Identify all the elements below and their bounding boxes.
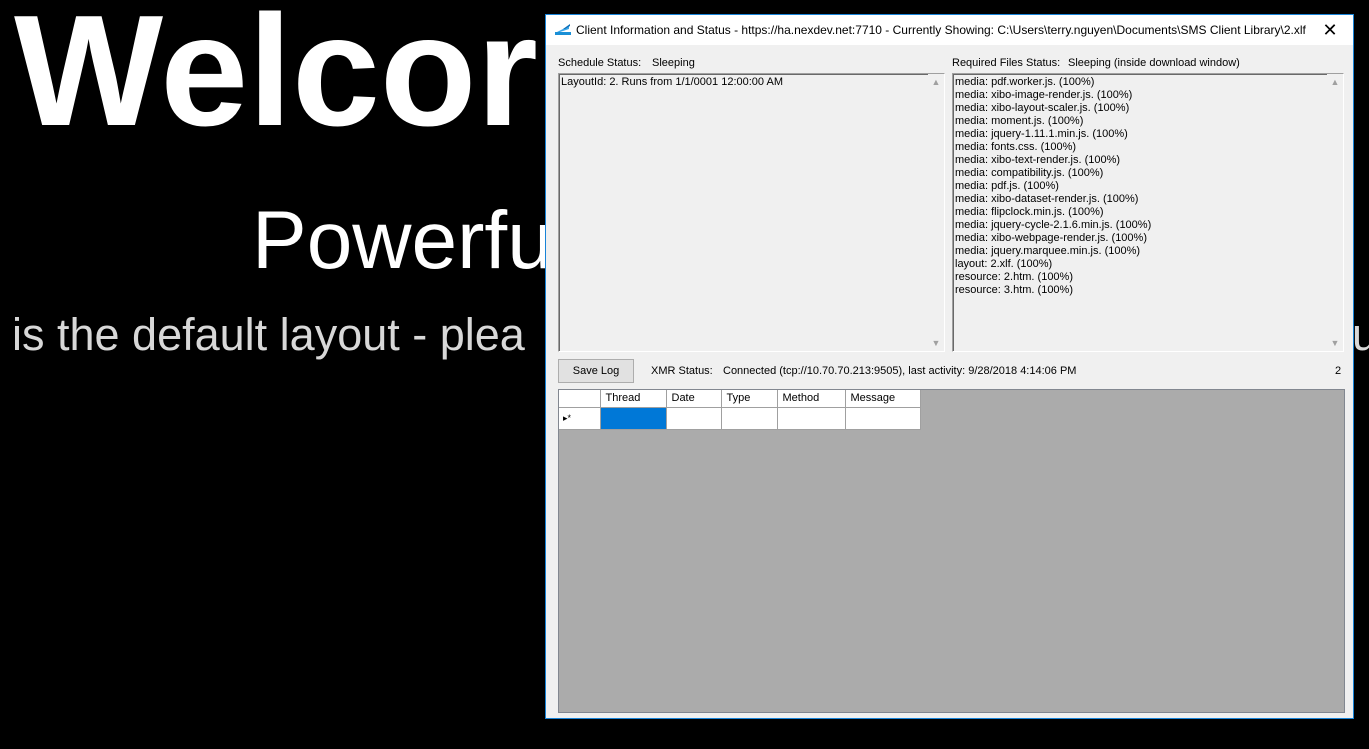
column-header-thread[interactable]: Thread <box>600 390 667 408</box>
background-welcome: Welcor <box>14 0 538 159</box>
grid-cell-message[interactable] <box>845 407 921 430</box>
required-files-line: media: xibo-layout-scaler.js. (100%) <box>955 102 1130 114</box>
scroll-down-icon[interactable]: ▼ <box>1327 335 1343 351</box>
required-files-line: layout: 2.xlf. (100%) <box>955 258 1053 270</box>
required-files-line: media: pdf.worker.js. (100%) <box>955 76 1095 88</box>
required-files-line: media: xibo-image-render.js. (100%) <box>955 89 1133 101</box>
save-log-button[interactable]: Save Log <box>558 359 634 383</box>
column-header-message[interactable]: Message <box>845 390 921 408</box>
required-files-line: media: pdf.js. (100%) <box>955 180 1059 192</box>
schedule-scrollbar[interactable]: ▲ ▼ <box>928 74 944 351</box>
required-files-content: media: pdf.worker.js. (100%) media: xibo-… <box>955 76 1327 349</box>
required-files-textbox[interactable]: media: pdf.worker.js. (100%) media: xibo-… <box>952 73 1344 352</box>
close-icon[interactable]: ✕ <box>1307 15 1353 45</box>
grid-cell-method[interactable] <box>777 407 846 430</box>
schedule-status-label: Schedule Status: <box>558 57 642 69</box>
xmr-status-value: Connected (tcp://10.70.70.213:9505), las… <box>723 365 1077 377</box>
client-info-window: Client Information and Status - https://… <box>545 14 1354 719</box>
log-grid[interactable]: Thread Date Type Method Message ▸* <box>558 389 1345 713</box>
table-row[interactable]: ▸* <box>559 407 921 430</box>
column-header-date[interactable]: Date <box>666 390 722 408</box>
window-title: Client Information and Status - https://… <box>576 23 1306 37</box>
background-powerful: Powerfu <box>252 195 553 286</box>
column-header-method[interactable]: Method <box>777 390 846 408</box>
required-files-line: media: flipclock.min.js. (100%) <box>955 206 1104 218</box>
grid-corner-header[interactable] <box>559 390 601 408</box>
background-default-layout-text: is the default layout - plea <box>12 309 525 360</box>
schedule-status-value: Sleeping <box>652 57 695 69</box>
xmr-status-label: XMR Status: <box>651 365 713 377</box>
required-files-line: media: xibo-text-render.js. (100%) <box>955 154 1121 166</box>
new-row-marker-icon[interactable]: ▸* <box>559 407 601 430</box>
required-files-line: media: moment.js. (100%) <box>955 115 1084 127</box>
title-bar[interactable]: Client Information and Status - https://… <box>546 15 1353 45</box>
grid-cell-type[interactable] <box>721 407 778 430</box>
log-count: 2 <box>1335 365 1342 377</box>
scroll-up-icon[interactable]: ▲ <box>1327 74 1343 90</box>
scroll-down-icon[interactable]: ▼ <box>928 335 944 351</box>
required-files-line: resource: 2.htm. (100%) <box>955 271 1073 283</box>
required-files-line: resource: 3.htm. (100%) <box>955 284 1073 296</box>
required-files-status-label: Required Files Status: <box>952 57 1061 69</box>
required-files-scrollbar[interactable]: ▲ ▼ <box>1327 74 1343 351</box>
required-files-line: media: fonts.css. (100%) <box>955 141 1077 153</box>
required-files-line: media: jquery-cycle-2.1.6.min.js. (100%) <box>955 219 1152 231</box>
schedule-line: LayoutId: 2. Runs from 1/1/0001 12:00:00… <box>561 76 783 88</box>
required-files-line: media: compatibility.js. (100%) <box>955 167 1104 179</box>
column-header-type[interactable]: Type <box>721 390 778 408</box>
schedule-status-textbox[interactable]: LayoutId: 2. Runs from 1/1/0001 12:00:00… <box>558 73 945 352</box>
grid-cell-date[interactable] <box>666 407 722 430</box>
required-files-line: media: xibo-dataset-render.js. (100%) <box>955 193 1139 205</box>
grid-cell-thread[interactable] <box>600 407 667 430</box>
required-files-line: media: jquery.marquee.min.js. (100%) <box>955 245 1141 257</box>
scroll-up-icon[interactable]: ▲ <box>928 74 944 90</box>
required-files-line: media: jquery-1.11.1.min.js. (100%) <box>955 128 1128 140</box>
required-files-line: media: xibo-webpage-render.js. (100%) <box>955 232 1147 244</box>
app-icon <box>555 24 571 36</box>
required-files-status-value: Sleeping (inside download window) <box>1068 57 1240 69</box>
background-default-layout-tail: u <box>1352 309 1369 360</box>
schedule-status-content: LayoutId: 2. Runs from 1/1/0001 12:00:00… <box>561 76 928 349</box>
